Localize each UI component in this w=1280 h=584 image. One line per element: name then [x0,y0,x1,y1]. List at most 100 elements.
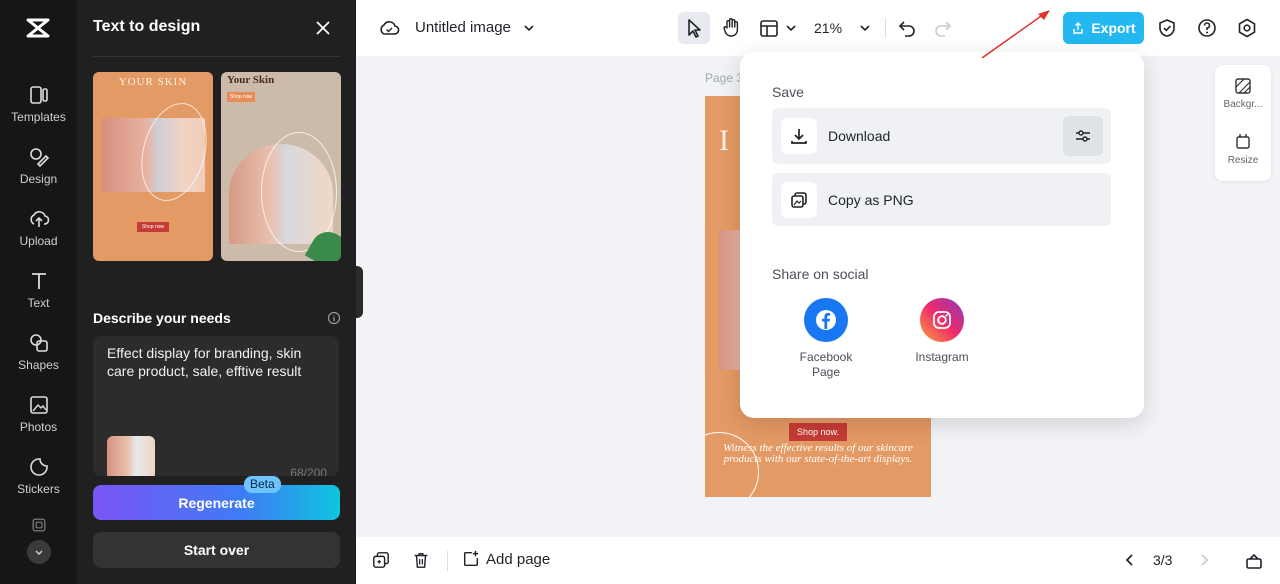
beta-badge: Beta [244,476,281,493]
export-menu: Save Download Copy as PNG Share on socia… [740,52,1144,418]
layout-chevron-down-icon[interactable] [780,17,802,39]
text-icon [31,273,46,289]
chevron-down-icon [35,550,43,556]
design-thumbnail-1[interactable]: YOUR SKIN Shop now [93,72,213,261]
add-page-label: Add page [486,550,551,568]
start-over-button[interactable]: Start over [93,532,340,568]
panel-title: Text to design [93,18,201,35]
design-heading-fragment: I [719,124,729,157]
rail-item-text[interactable]: Text [0,270,77,326]
rail-item-frames[interactable] [0,517,77,535]
rail-label-shapes: Shapes [18,358,59,372]
resize-icon [1236,134,1250,149]
rail-item-upload[interactable]: Upload [0,208,77,264]
title-chevron-down-icon[interactable] [518,17,540,39]
right-tools-panel: Backgr... Resize [1215,65,1271,181]
thumb-shop-1: Shop now [137,222,169,232]
background-icon [1235,78,1251,94]
rail-item-design[interactable]: Design [0,146,77,202]
shapes-icon [29,334,48,352]
next-page-icon[interactable] [1194,550,1214,570]
facebook-label: Facebook Page [799,350,853,379]
add-page-button[interactable]: Add page [462,550,550,568]
add-page-icon [463,550,479,567]
download-option[interactable]: Download [772,108,1111,164]
describe-needs-text[interactable]: Effect display for branding, skin care p… [107,344,327,380]
resize-tool[interactable]: Resize [1215,133,1271,166]
share-instagram-button[interactable]: Instagram [897,298,987,365]
hand-tool-icon[interactable] [720,16,742,38]
download-icon [781,118,817,154]
instagram-icon [920,298,964,342]
close-icon[interactable] [313,18,333,38]
rail-label-upload: Upload [19,234,58,248]
duplicate-page-icon[interactable] [371,550,391,570]
shield-icon[interactable] [1156,17,1178,39]
annotation-arrow [981,10,1050,59]
page-label: Page 3 [705,71,744,85]
background-tool[interactable]: Backgr... [1215,77,1271,110]
upload-icon [29,211,49,227]
character-count: 68/200 [290,466,327,476]
copy-icon [781,182,817,218]
copy-as-png-option[interactable]: Copy as PNG [772,173,1111,226]
facebook-icon [804,298,848,342]
info-icon[interactable] [327,311,341,325]
describe-needs-input[interactable]: Effect display for branding, skin care p… [93,336,339,476]
copy-png-label: Copy as PNG [828,192,914,208]
page-indicator: 3/3 [1153,552,1173,568]
thumb-shop-2: Shop now [227,92,255,102]
toolbar-divider [885,18,886,38]
design-icon [29,148,49,168]
export-icon [1073,22,1084,34]
help-icon[interactable] [1196,17,1218,39]
export-label: Export [1091,20,1136,36]
previous-page-icon[interactable] [1120,550,1140,570]
panel-collapse-handle[interactable] [356,266,363,318]
pages-panel-icon[interactable] [1244,550,1264,570]
cursor-icon[interactable] [683,17,705,39]
share-heading: Share on social [772,266,869,282]
photos-icon [29,396,48,414]
sliders-icon [1076,130,1090,142]
document-title[interactable]: Untitled image [415,19,511,36]
bottom-divider [447,551,448,571]
download-settings-button[interactable] [1063,116,1103,156]
layout-icon[interactable] [758,17,780,39]
delete-page-icon[interactable] [411,550,431,570]
describe-needs-label: Describe your needs [93,310,231,326]
reference-image-thumbnail[interactable] [107,436,155,476]
rail-label-templates: Templates [11,110,66,124]
rail-label-text: Text [27,296,50,310]
zoom-level[interactable]: 21% [814,20,842,36]
rail-label-stickers: Stickers [17,482,60,496]
share-facebook-button[interactable]: Facebook Page [781,298,871,380]
capcut-logo-icon[interactable] [24,14,52,42]
thumb-title-2: Your Skin [227,74,275,86]
text-to-design-panel: Text to design YOUR SKIN Shop now Your S… [77,0,356,584]
export-button[interactable]: Export [1063,12,1144,44]
frames-icon [32,518,45,532]
thumb-title-1: YOUR SKIN [118,76,188,88]
templates-icon [29,86,48,104]
design-thumbnail-2[interactable]: Your Skin Shop now [221,72,341,261]
top-bar: Untitled image 21% Export [356,0,1280,56]
rail-item-shapes[interactable]: Shapes [0,332,77,388]
resize-label: Resize [1227,155,1259,166]
cloud-sync-icon[interactable] [378,17,400,39]
design-shop-now: Shop now. [789,423,847,441]
rail-item-templates[interactable]: Templates [0,84,77,140]
redo-icon[interactable] [932,17,954,39]
settings-icon[interactable] [1236,17,1258,39]
rail-label-photos: Photos [19,420,58,434]
save-heading: Save [772,84,804,100]
stickers-icon [29,458,48,476]
rail-item-photos[interactable]: Photos [0,394,77,450]
zoom-chevron-down-icon[interactable] [854,17,876,39]
regenerate-button[interactable]: Regenerate [93,485,340,520]
left-rail: Templates Design Upload Text Shapes Phot… [0,0,77,584]
panel-divider [93,56,340,57]
undo-icon[interactable] [896,17,918,39]
rail-more-button[interactable] [27,540,51,564]
rail-item-stickers[interactable]: Stickers [0,456,77,512]
